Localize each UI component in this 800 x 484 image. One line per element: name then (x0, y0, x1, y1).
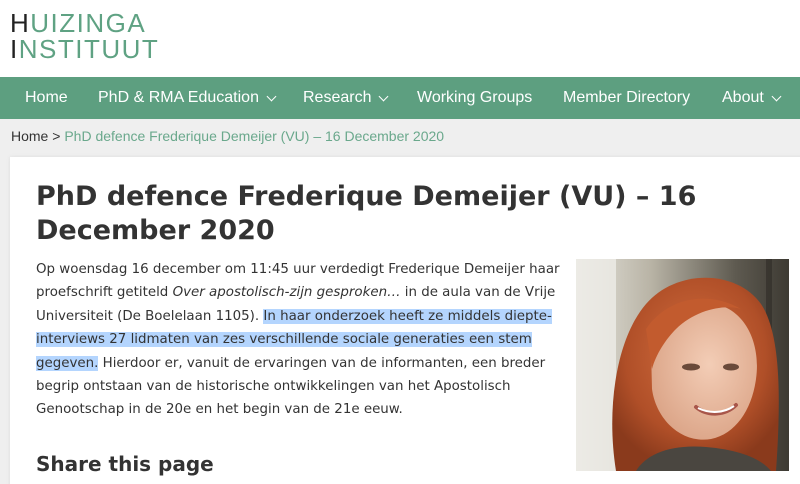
portrait-photo (576, 259, 789, 471)
share-heading: Share this page (36, 452, 214, 476)
logo-line-2: NSTITUUT (18, 34, 160, 64)
thesis-title: Over apostolisch-zijn gesproken… (172, 285, 401, 301)
breadcrumb-current: PhD defence Frederique Demeijer (VU) – 1… (64, 128, 445, 144)
nav-item-label: About (722, 89, 764, 106)
breadcrumb-home-link[interactable]: Home (11, 128, 48, 144)
nav-item-home[interactable]: Home (25, 89, 68, 107)
nav-item-research[interactable]: Research (303, 89, 389, 107)
chevron-down-icon (379, 91, 389, 101)
nav-item-label: Member Directory (563, 89, 691, 106)
nav-item-working-groups[interactable]: Working Groups (417, 89, 532, 107)
breadcrumb-separator: > (48, 128, 65, 144)
site-logo[interactable]: HUIZINGA INSTITUUT (10, 8, 170, 64)
nav-item-phd-rma-education[interactable]: PhD & RMA Education (98, 89, 277, 107)
page-title: PhD defence Frederique Demeijer (VU) – 1… (36, 181, 697, 246)
portrait-image (576, 259, 789, 471)
nav-item-label: Working Groups (417, 89, 533, 106)
breadcrumb: Home > PhD defence Frederique Demeijer (… (11, 128, 444, 144)
logo-letter-i: I (10, 34, 19, 64)
nav-item-label: Research (303, 89, 372, 106)
chevron-down-icon (771, 91, 782, 101)
nav-item-label: Home (25, 89, 68, 106)
nav-item-about[interactable]: About (722, 89, 782, 107)
chevron-down-icon (266, 91, 277, 101)
nav-item-member-directory[interactable]: Member Directory (563, 89, 690, 107)
article-paragraph: Op woensdag 16 december om 11:45 uur ver… (36, 262, 560, 418)
nav-item-label: PhD & RMA Education (98, 89, 259, 106)
main-nav: Home PhD & RMA Education Research Workin… (0, 77, 800, 119)
